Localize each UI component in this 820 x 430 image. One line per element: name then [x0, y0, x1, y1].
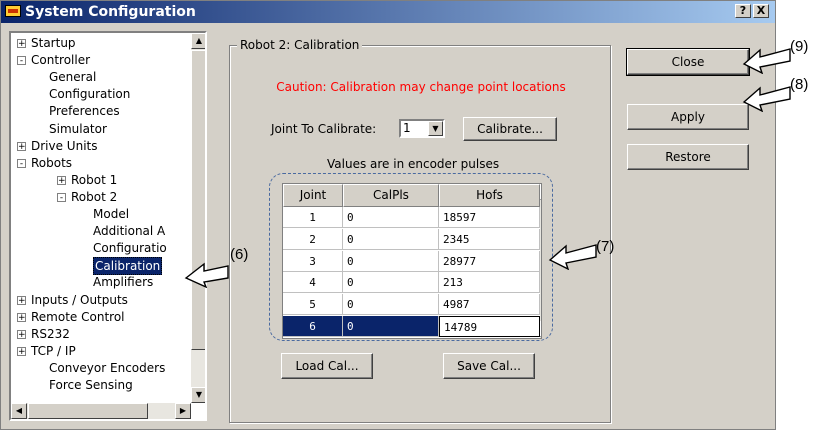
app-icon — [5, 5, 21, 17]
tree-horizontal-scrollbar[interactable]: ◀ ▶ — [11, 403, 191, 419]
joint-select-value: 1 — [403, 121, 411, 135]
calpls-cell[interactable]: 0 — [343, 272, 439, 294]
expand-icon[interactable]: + — [17, 312, 26, 322]
column-header-calpls[interactable]: CalPls — [343, 184, 439, 207]
hofs-cell[interactable]: 14789 — [439, 316, 540, 337]
tree-item[interactable]: Model — [93, 206, 129, 222]
tree-item[interactable]: Robot 2 — [71, 189, 117, 205]
tree-item[interactable]: Configuratio — [93, 240, 167, 256]
tree-item[interactable]: Robots — [31, 155, 72, 171]
expand-icon[interactable]: + — [17, 141, 26, 151]
save-cal-button[interactable]: Save Cal... — [443, 353, 535, 379]
tree-item[interactable]: Force Sensing — [49, 377, 133, 393]
tree-item[interactable]: Additional A — [93, 223, 165, 239]
joint-cell[interactable]: 3 — [283, 250, 343, 272]
calpls-cell[interactable]: 0 — [343, 316, 439, 337]
joint-cell[interactable]: 2 — [283, 228, 343, 250]
tree-item[interactable]: TCP / IP — [31, 343, 76, 359]
tree-vertical-scrollbar[interactable]: ▲ ▼ — [191, 33, 205, 403]
grid-vertical-scrollbar[interactable]: ▲ ▼ — [540, 184, 541, 338]
chevron-down-icon[interactable]: ▼ — [428, 121, 443, 136]
caution-text: Caution: Calibration may change point lo… — [276, 80, 566, 94]
callout-arrow-6-icon — [184, 262, 229, 288]
values-note: Values are in encoder pulses — [327, 157, 500, 171]
hofs-cell[interactable]: 18597 — [439, 207, 540, 228]
expand-icon[interactable]: + — [17, 346, 26, 356]
tree-item[interactable]: Drive Units — [31, 138, 98, 154]
table-row[interactable]: 5 0 4987 — [283, 294, 540, 316]
restore-button[interactable]: Restore — [627, 144, 749, 170]
hofs-cell[interactable]: 28977 — [439, 250, 540, 272]
tree-item[interactable]: Simulator — [49, 121, 107, 137]
close-button[interactable]: Close — [626, 48, 750, 76]
close-window-button[interactable]: X — [753, 4, 769, 18]
scroll-down-icon[interactable]: ▼ — [191, 387, 205, 403]
callout-arrow-7-icon — [548, 244, 597, 270]
load-cal-button[interactable]: Load Cal... — [281, 353, 373, 379]
table-row[interactable]: 4 0 213 — [283, 272, 540, 294]
joint-cell[interactable]: 5 — [283, 294, 343, 316]
column-header-hofs[interactable]: Hofs — [439, 184, 540, 207]
calibration-grid[interactable]: Joint CalPls Hofs 1 0 18597 2 0 2345 3 0 28977 4 0… — [282, 183, 542, 339]
window-title: System Configuration — [25, 4, 196, 20]
table-row[interactable]: 3 0 28977 — [283, 250, 540, 272]
title-bar[interactable]: System Configuration ? X — [1, 1, 775, 23]
scroll-left-icon[interactable]: ◀ — [11, 403, 27, 419]
scroll-right-icon[interactable]: ▶ — [175, 403, 191, 419]
collapse-icon[interactable]: - — [57, 192, 66, 202]
grid-scroll-down-icon[interactable]: ▼ — [540, 321, 541, 337]
configuration-tree[interactable]: + Startup - Controller General Configuration P… — [9, 31, 207, 421]
tree-item[interactable]: Calibration — [93, 257, 163, 276]
hofs-cell[interactable]: 4987 — [439, 294, 540, 316]
callout-6: (6) — [230, 246, 249, 263]
table-row[interactable]: 6 0 14789 — [283, 316, 540, 337]
calibrate-button[interactable]: Calibrate... — [463, 117, 557, 141]
apply-button[interactable]: Apply — [627, 104, 749, 130]
joint-cell[interactable]: 1 — [283, 207, 343, 228]
system-configuration-window: System Configuration ? X + Startup - Contro… — [0, 0, 776, 430]
tree-item[interactable]: Configuration — [49, 86, 130, 102]
help-button[interactable]: ? — [735, 4, 751, 18]
group-title: Robot 2: Calibration — [237, 38, 363, 52]
tree-item[interactable]: Amplifiers — [93, 274, 153, 290]
tree-item[interactable]: Inputs / Outputs — [31, 292, 128, 308]
callout-7: (7) — [596, 238, 615, 255]
hofs-cell[interactable]: 2345 — [439, 228, 540, 250]
tree-item[interactable]: General — [49, 69, 96, 85]
collapse-icon[interactable]: - — [17, 56, 26, 66]
callout-arrow-9-icon — [742, 48, 791, 74]
calpls-cell[interactable]: 0 — [343, 250, 439, 272]
tree-item[interactable]: Startup — [31, 35, 76, 51]
table-row[interactable]: 1 0 18597 — [283, 207, 540, 228]
callout-9: (9) — [790, 38, 809, 55]
callout-8: (8) — [790, 76, 809, 93]
calpls-cell[interactable]: 0 — [343, 207, 439, 228]
calpls-cell[interactable]: 0 — [343, 228, 439, 250]
h-scroll-thumb[interactable] — [28, 403, 148, 419]
scroll-thumb[interactable] — [191, 50, 205, 350]
tree-item[interactable]: RS232 — [31, 326, 70, 342]
column-header-joint[interactable]: Joint — [283, 184, 343, 207]
joint-cell[interactable]: 4 — [283, 272, 343, 294]
calpls-cell[interactable]: 0 — [343, 294, 439, 316]
tree-item[interactable]: Remote Control — [31, 309, 125, 325]
joint-select[interactable]: 1 ▼ — [399, 119, 445, 138]
tree-item[interactable]: Conveyor Encoders — [49, 360, 165, 376]
expand-icon[interactable]: + — [17, 39, 26, 49]
tree-item[interactable]: Robot 1 — [71, 172, 117, 188]
expand-icon[interactable]: + — [17, 295, 26, 305]
collapse-icon[interactable]: - — [17, 158, 26, 168]
scroll-up-icon[interactable]: ▲ — [191, 33, 205, 49]
joint-to-calibrate-label: Joint To Calibrate: — [271, 122, 377, 136]
tree-item[interactable]: Preferences — [49, 103, 120, 119]
callout-arrow-8-icon — [742, 86, 791, 112]
tree-item[interactable]: Controller — [31, 52, 90, 68]
table-row[interactable]: 2 0 2345 — [283, 228, 540, 250]
joint-cell[interactable]: 6 — [283, 316, 343, 337]
expand-icon[interactable]: + — [57, 175, 66, 185]
expand-icon[interactable]: + — [17, 329, 26, 339]
hofs-cell[interactable]: 213 — [439, 272, 540, 294]
grid-scroll-up-icon[interactable]: ▲ — [540, 184, 541, 200]
